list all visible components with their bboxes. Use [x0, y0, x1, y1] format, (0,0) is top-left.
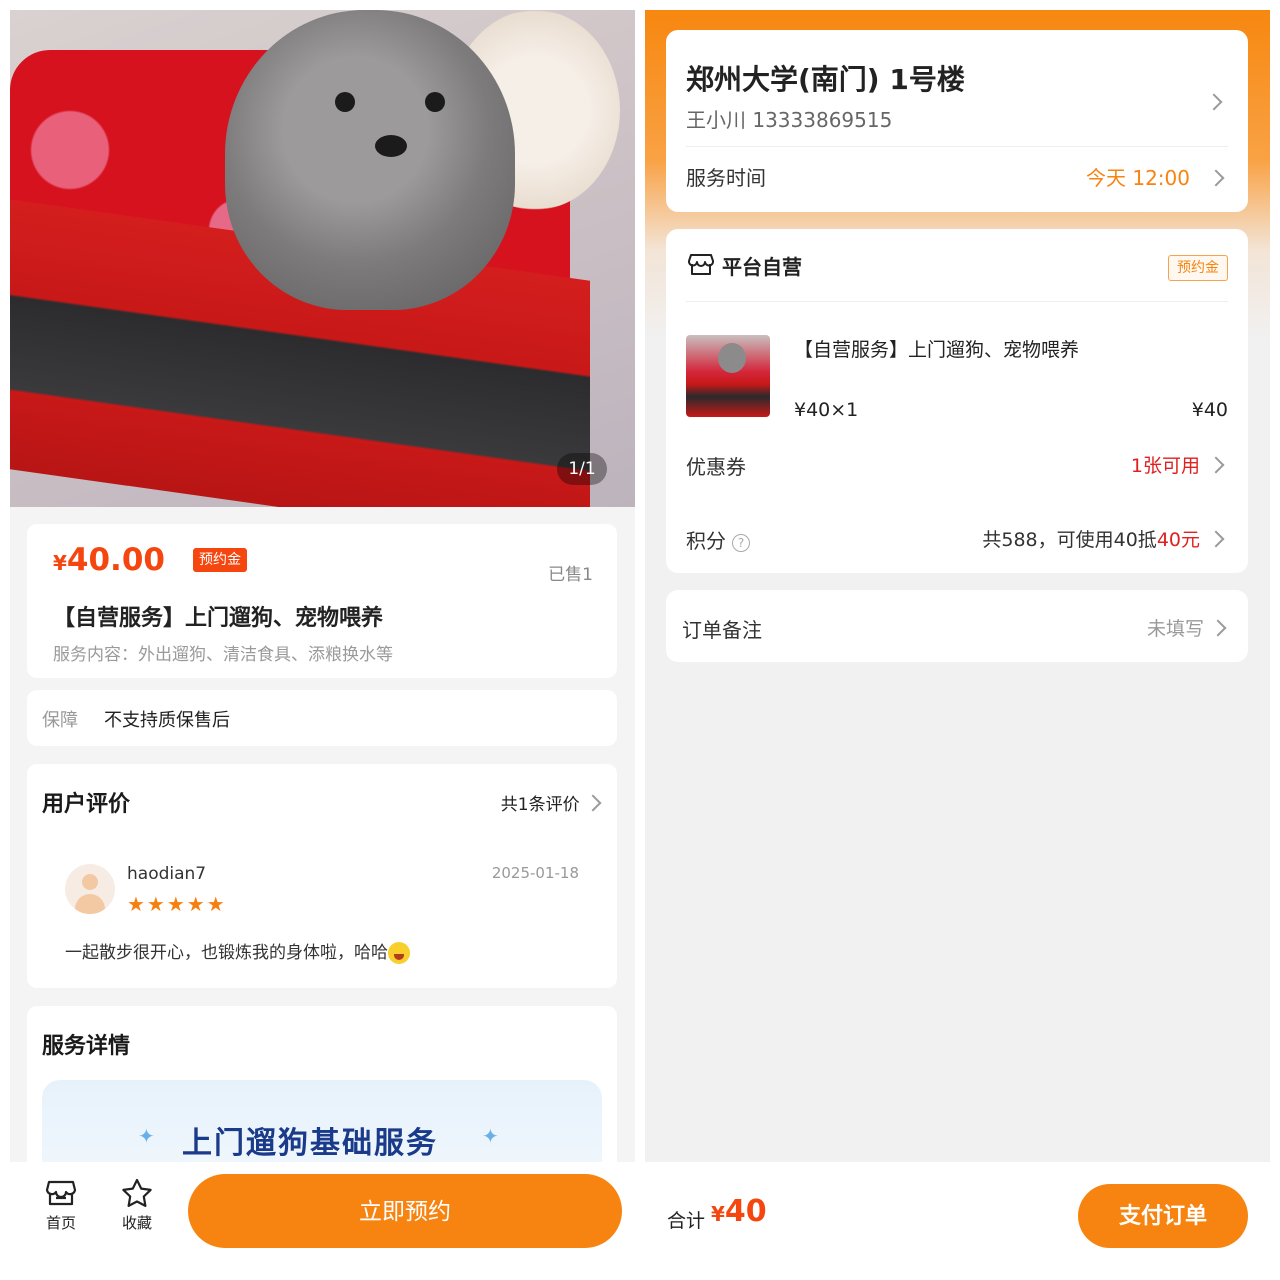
review-text-row: 一起散步很开心，也锻炼我的身体啦，哈哈: [65, 938, 410, 964]
review-text: 一起散步很开心，也锻炼我的身体啦，哈哈: [65, 943, 388, 963]
sold-count: 已售1: [548, 565, 593, 585]
dog-eye: [425, 92, 445, 112]
price: ¥40.00: [53, 542, 165, 578]
currency-symbol: ¥: [53, 551, 67, 575]
points-label-wrap: 积分?: [686, 525, 750, 554]
item-total: ¥40: [1191, 399, 1228, 421]
help-icon[interactable]: ?: [732, 533, 750, 552]
guarantee-value: 不支持质保售后: [104, 710, 230, 731]
chevron-right-icon: [1207, 456, 1225, 474]
service-time-value: 今天 12:00: [1086, 166, 1190, 190]
address: 郑州大学(南门) 1号楼: [686, 63, 965, 96]
divider: [686, 146, 1228, 147]
order-page: 郑州大学(南门) 1号楼 王小川 13333869515 服务时间 今天 12:…: [645, 10, 1270, 1272]
sparkle-icon: ✦: [482, 1124, 499, 1148]
sparkle-icon: ✦: [138, 1124, 155, 1148]
product-page: 1/1 ¥40.00 预约金 已售1 【自营服务】上门遛狗、宠物喂养 服务内容：…: [10, 10, 635, 1272]
address-card: 郑州大学(南门) 1号楼 王小川 13333869515 服务时间 今天 12:…: [666, 30, 1248, 212]
shop-name: 平台自营: [722, 255, 802, 279]
order-note-row[interactable]: 订单备注 未填写: [666, 590, 1248, 662]
nav-favorite-label: 收藏: [121, 1214, 152, 1232]
deposit-tag: 预约金: [193, 548, 247, 572]
price-amount: 40.00: [66, 542, 165, 578]
pay-order-button[interactable]: 支付订单: [1078, 1184, 1248, 1248]
chevron-right-icon: [1209, 619, 1227, 637]
coupon-value: 1张可用: [1130, 455, 1200, 477]
total-number: 40: [724, 1194, 767, 1229]
gray-poodle: [225, 10, 515, 310]
order-note-value: 未填写: [1146, 618, 1204, 640]
price-card: ¥40.00 预约金 已售1 【自营服务】上门遛狗、宠物喂养 服务内容：外出遛狗…: [27, 524, 617, 678]
item-title: 【自营服务】上门遛狗、宠物喂养: [794, 339, 1080, 361]
item-unit-qty: ¥40×1: [794, 399, 859, 421]
total-label: 合计: [667, 1210, 706, 1232]
chevron-right-icon: [584, 794, 602, 812]
review-username: haodian7: [127, 864, 207, 884]
review-count-link[interactable]: 共1条评价: [500, 790, 602, 815]
review-heading: 用户评价: [42, 792, 131, 817]
review-stars: ★★★★★: [127, 892, 227, 916]
chevron-right-icon: [1207, 530, 1225, 548]
guarantee-row[interactable]: 保障 不支持质保售后: [27, 690, 617, 746]
product-description: 服务内容：外出遛狗、清洁食具、添粮换水等: [53, 645, 393, 665]
chevron-right-icon: [1205, 93, 1223, 111]
store-icon: [45, 1180, 77, 1206]
contact-info: 王小川 13333869515: [686, 108, 893, 132]
service-time-label: 服务时间: [686, 166, 766, 190]
order-note-label: 订单备注: [682, 618, 762, 642]
nav-home-label: 首页: [45, 1214, 76, 1232]
review-section: 用户评价 共1条评价 haodian7 2025-01-18 ★★★★★ 一起散…: [27, 764, 617, 988]
banner-title: 上门遛狗基础服务: [182, 1126, 438, 1161]
item-thumbnail[interactable]: [686, 335, 770, 417]
currency-symbol: ¥: [711, 1202, 725, 1226]
points-discount: 40元: [1156, 529, 1200, 551]
details-heading: 服务详情: [42, 1034, 131, 1059]
nav-home[interactable]: 首页: [36, 1178, 86, 1233]
product-image[interactable]: 1/1: [10, 10, 635, 507]
total-amount: ¥40: [711, 1194, 767, 1229]
dog-nose: [375, 135, 407, 157]
coupon-label: 优惠券: [686, 455, 746, 479]
deposit-tag: 预约金: [1168, 255, 1228, 281]
bottom-action-bar: 首页 收藏 立即预约: [10, 1162, 635, 1272]
guarantee-label: 保障: [42, 710, 78, 731]
product-title: 【自营服务】上门遛狗、宠物喂养: [53, 606, 384, 631]
avatar: [65, 864, 115, 914]
review-count: 共1条评价: [500, 795, 580, 815]
dog-eye: [335, 92, 355, 112]
image-counter: 1/1: [557, 453, 607, 485]
avatar-body: [75, 894, 105, 914]
checkout-bar: 合计 ¥40 支付订单: [645, 1162, 1270, 1272]
nav-favorite[interactable]: 收藏: [112, 1178, 162, 1233]
order-item-card: 平台自营 预约金 【自营服务】上门遛狗、宠物喂养 ¥40×1 ¥40 优惠券 1…: [666, 229, 1248, 573]
review-date: 2025-01-18: [491, 864, 579, 882]
divider: [686, 301, 1228, 302]
points-value: 共588，可使用40抵40元: [982, 525, 1200, 552]
store-icon: [688, 254, 714, 275]
laughing-emoji-icon: [388, 942, 410, 964]
chevron-right-icon: [1207, 169, 1225, 187]
star-outline-icon: [122, 1178, 152, 1207]
points-label: 积分: [686, 529, 726, 553]
points-value-text: 共588，可使用40抵: [982, 529, 1157, 551]
book-now-button[interactable]: 立即预约: [188, 1174, 622, 1248]
avatar-head: [82, 874, 98, 890]
